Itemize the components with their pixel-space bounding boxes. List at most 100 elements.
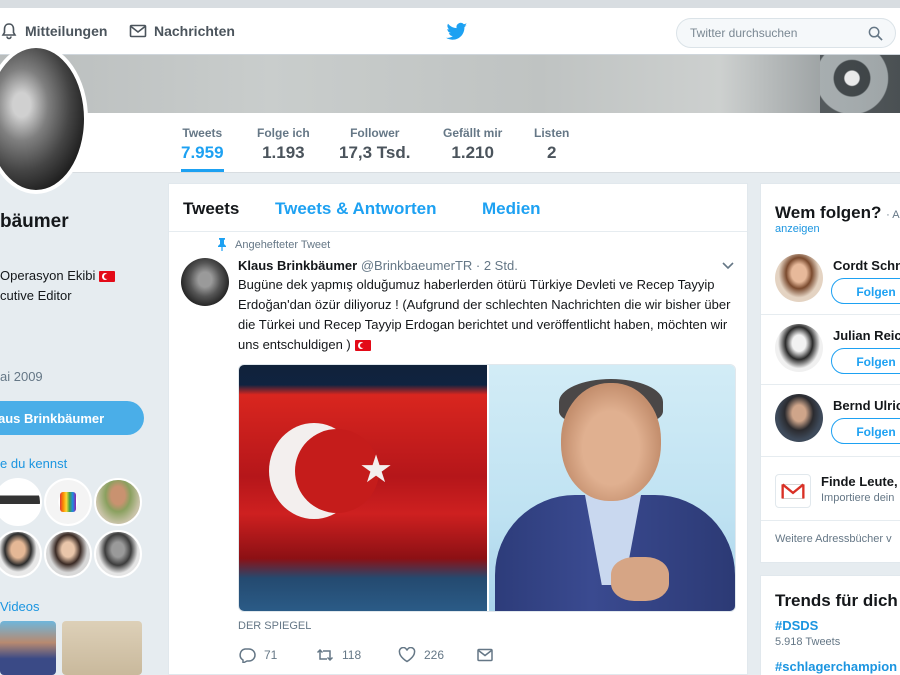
stat-likes-value: 1.210 [451,143,494,162]
who-to-follow-heading: Wem folgen? [775,203,882,222]
nav-messages[interactable]: Nachrichten [129,22,235,40]
like-count: 226 [424,648,445,662]
import-contacts-text: Importiere dein [821,492,895,504]
profile-bio: Operasyon Ekibi cutive Editor [0,266,116,306]
reply-icon [239,648,256,663]
trend-item[interactable]: #DSDS [775,618,818,633]
stat-lists-label: Listen [534,126,570,140]
twitter-bird-icon[interactable] [446,22,468,42]
tweet-author-avatar[interactable] [181,258,229,306]
suggestion-name[interactable]: Julian Reic [833,328,900,343]
timeline-tabs: Tweets Tweets & Antworten Medien [169,184,747,232]
stat-tweets[interactable]: Tweets 7.959 [181,126,224,172]
retweet-count: 118 [342,648,362,662]
tweet-text: Bugüne dek yapmış olduğumuz haberlerden … [238,275,738,355]
stat-tweets-value: 7.959 [181,143,224,162]
known-follower-avatar[interactable] [0,478,42,526]
stat-following-label: Folge ich [257,126,310,140]
pinned-tweet-label: Angehefteter Tweet [217,238,330,251]
divider [761,520,900,521]
pin-icon [218,238,226,251]
tab-tweets[interactable]: Tweets [183,199,239,219]
followers-you-know-link[interactable]: e du kennst [0,456,67,471]
bio-line-2: cutive Editor [0,288,72,303]
stat-tweets-label: Tweets [182,126,223,140]
turkish-flag-image[interactable]: ★ [239,365,487,611]
photos-videos-link[interactable]: Videos [0,599,40,614]
rainbow-logo-icon [60,492,76,512]
retweet-button[interactable]: 118 [316,647,361,663]
media-thumbnail[interactable] [0,621,56,675]
tab-tweets-replies[interactable]: Tweets & Antworten [275,199,437,219]
stat-lists[interactable]: Listen 2 [534,126,569,163]
envelope-icon [129,24,147,38]
follow-button[interactable]: Folgen [831,418,900,444]
stat-followers-label: Follower [350,126,400,140]
heart-icon [398,647,416,663]
stat-lists-value: 2 [546,143,557,162]
trend-tweet-count: 5.918 Tweets [775,636,841,648]
tweet-header: Klaus Brinkbäumer @BrinkbaeumerTR · 2 St… [238,258,518,273]
portrait-head-shape [561,383,661,501]
find-people-text: Finde Leute, [821,474,898,489]
media-source-label: DER SPIEGEL [238,620,312,632]
suggestion-avatar[interactable] [775,394,823,442]
who-to-follow-title: Wem folgen? · A [775,203,900,223]
profile-name: bäumer [0,211,69,232]
tweet-text-body: Bugüne dek yapmış olduğumuz haberlerden … [238,277,731,352]
who-to-follow-panel: Wem folgen? · A anzeigen Cordt Schn Folg… [760,183,900,563]
tweet-author-name[interactable]: Klaus Brinkbäumer [238,258,357,273]
media-thumbnail[interactable] [62,621,142,675]
more-address-books-link[interactable]: Weitere Adressbücher v [775,533,892,545]
follow-button[interactable]: Folgen [831,278,900,304]
trends-panel: Trends für dich #DSDS 5.918 Tweets #schl… [760,575,900,675]
profile-stats-bar: Tweets 7.959 Folge ich 1.193 Follower 17… [0,113,900,173]
tweet-media[interactable]: ★ [238,364,736,612]
flag-star-icon: ★ [359,449,394,491]
trend-item[interactable]: #schlagerchampion [775,659,897,674]
bell-icon [1,23,17,40]
known-follower-avatar[interactable] [44,530,92,578]
tab-media[interactable]: Medien [482,199,541,219]
stat-followers-value: 17,3 Tsd. [339,143,411,162]
chevron-down-icon[interactable] [722,262,734,270]
known-follower-avatar[interactable] [94,478,142,526]
gmail-logo-icon [781,483,805,499]
portrait-image[interactable] [489,365,735,611]
stat-following[interactable]: Folge ich 1.193 [257,126,310,163]
reply-button[interactable]: 71 [238,647,277,663]
stat-following-value: 1.193 [262,143,305,162]
search-icon[interactable] [868,26,883,41]
turkey-flag-icon [99,271,116,283]
tweet-author-handle[interactable]: @BrinkbaeumerTR · 2 Std. [361,258,518,273]
suggestion-name[interactable]: Bernd Ulric [833,398,900,413]
stat-followers[interactable]: Follower 17,3 Tsd. [339,126,411,163]
divider [761,384,900,385]
divider [761,456,900,457]
show-all-link[interactable]: anzeigen [775,223,820,235]
nav-notifications-label: Mitteilungen [25,23,108,39]
tweet-to-button[interactable]: aus Brinkbäumer [0,401,144,435]
profile-header-image [0,55,900,113]
envelope-icon [477,648,493,662]
direct-message-button[interactable] [476,647,494,663]
who-to-follow-suffix: · A [886,209,900,221]
suggestion-avatar[interactable] [775,254,823,302]
known-follower-avatar[interactable] [44,478,92,526]
known-follower-avatar[interactable] [0,530,42,578]
like-button[interactable]: 226 [398,647,444,663]
search-input[interactable] [690,26,860,40]
follow-button[interactable]: Folgen [831,348,900,374]
divider [761,314,900,315]
nav-notifications[interactable]: Mitteilungen [0,22,107,40]
search-box[interactable] [676,18,896,48]
known-follower-avatar[interactable] [94,530,142,578]
stat-likes-label: Gefällt mir [443,126,503,140]
stat-likes[interactable]: Gefällt mir 1.210 [443,126,502,163]
nav-messages-label: Nachrichten [154,23,235,39]
pinned-text: Angehefteter Tweet [235,238,331,251]
top-navigation: Mitteilungen Nachrichten [0,0,900,55]
suggestion-avatar[interactable] [775,324,823,372]
joined-date: ai 2009 [0,369,43,384]
suggestion-name[interactable]: Cordt Schn [833,258,900,273]
